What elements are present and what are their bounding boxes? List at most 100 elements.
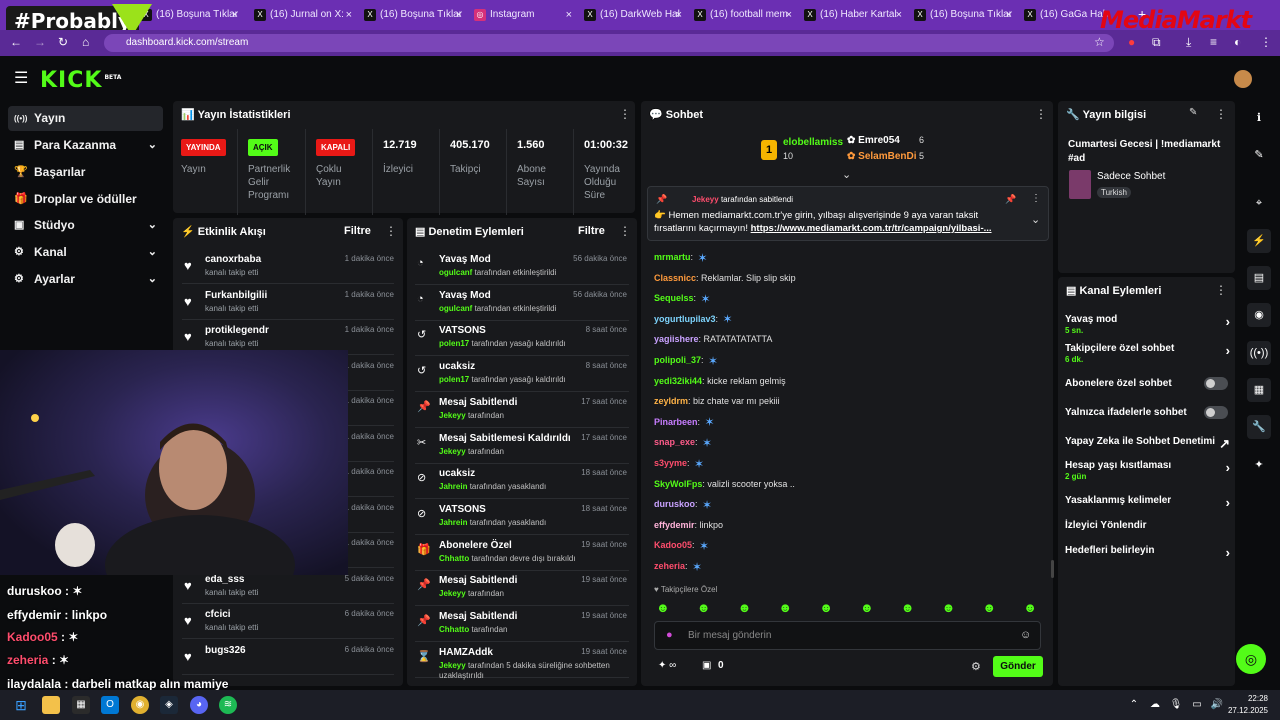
more-icon[interactable]: ⋮ xyxy=(1031,193,1041,204)
gifter-name[interactable]: ✿ Emre054 xyxy=(847,135,900,146)
chat-username[interactable]: Sequelss xyxy=(654,293,694,303)
emote-icon[interactable]: ☻ xyxy=(819,600,833,615)
channel-action-row[interactable]: Yavaş mod 5 sn. › xyxy=(1065,314,1230,335)
emote-icon[interactable]: ☻ xyxy=(901,600,915,615)
chevron-down-icon[interactable]: ⌄ xyxy=(1031,213,1040,226)
moderation-row[interactable]: ✂ Mesaj Sabitlemesi Kaldırıldı Jekeyy tara… xyxy=(415,429,629,464)
bookmark-star-icon[interactable]: ☆ xyxy=(1094,35,1105,49)
filter-button[interactable]: Filtre xyxy=(578,225,605,237)
moderator-name[interactable]: Jahrein xyxy=(439,482,467,491)
close-icon[interactable]: × xyxy=(232,4,238,26)
moderation-row[interactable]: ⊘ VATSONS Jahrein tarafından yasaklandı 18 … xyxy=(415,500,629,535)
layout-icon[interactable]: ▦ xyxy=(1247,378,1271,402)
emote-icon[interactable]: ☻ xyxy=(697,600,711,615)
user-avatar[interactable] xyxy=(1234,70,1252,88)
close-icon[interactable]: × xyxy=(566,4,572,26)
scrollbar[interactable] xyxy=(1051,560,1054,578)
moderation-target[interactable]: Mesaj Sabitlendi xyxy=(439,397,517,408)
monitor-icon[interactable]: ▭ xyxy=(1188,696,1206,714)
clock-time[interactable]: 22:28 xyxy=(1232,694,1268,703)
emote-icon[interactable]: ☻ xyxy=(778,600,792,615)
moderation-row[interactable]: 📌 Mesaj Sabitlendi Chhatto tarafından 19 sa… xyxy=(415,607,629,642)
browser-tab[interactable]: X (16) Boşuna Tıklar × xyxy=(358,4,468,26)
moderation-row[interactable]: ↺ VATSONS polen17 tarafından yasağı kaldır… xyxy=(415,321,629,357)
url-input[interactable]: dashboard.kick.com/stream xyxy=(104,34,1114,52)
chevron-up-icon[interactable]: ⌃ xyxy=(1125,696,1143,714)
windows-start-icon[interactable]: ⊞ xyxy=(12,696,30,714)
feed-username[interactable]: Furkanbilgilii xyxy=(205,290,267,301)
app-icon[interactable]: ▦ xyxy=(72,696,90,714)
more-icon[interactable]: ⋮ xyxy=(385,224,397,238)
close-icon[interactable]: × xyxy=(786,4,792,26)
channel-action-row[interactable]: Yasaklanmış kelimeler › xyxy=(1065,495,1230,510)
moderation-target[interactable]: ucaksiz xyxy=(439,361,475,372)
chat-username[interactable]: mrmartu xyxy=(654,252,691,262)
file-explorer-icon[interactable] xyxy=(42,696,60,714)
feed-username[interactable]: cfcici xyxy=(205,609,231,620)
chat-username[interactable]: Kadoo05 xyxy=(654,540,692,550)
chat-username[interactable]: Pinarbeen xyxy=(654,417,698,427)
browser-tab[interactable]: X (16) GaGa Haber xyxy=(1018,4,1108,26)
moderation-target[interactable]: Yavaş Mod xyxy=(439,254,491,265)
more-icon[interactable]: ⋮ xyxy=(1215,283,1227,297)
more-icon[interactable]: ⋮ xyxy=(619,224,631,238)
moderation-row[interactable]: ◔ Yavaş Mod ogulcanf tarafından etkinleşti… xyxy=(415,250,629,285)
steam-icon[interactable]: ◈ xyxy=(160,696,178,714)
chat-username[interactable]: SkyWolFps xyxy=(654,479,702,489)
toggle-switch[interactable] xyxy=(1204,406,1228,419)
close-icon[interactable]: × xyxy=(1006,4,1012,26)
chat-username[interactable]: zeheria xyxy=(654,561,685,571)
media-icon[interactable]: ≡ xyxy=(1210,35,1217,49)
moderator-name[interactable]: Jekeyy xyxy=(439,411,466,420)
more-icon[interactable]: ⋮ xyxy=(1215,107,1227,121)
shapes-icon[interactable]: ✦ xyxy=(1247,453,1271,477)
support-button[interactable]: ◎ xyxy=(1236,644,1266,674)
feed-row[interactable]: ♥ Furkanbilgilii kanalı takip etti 1 dakika… xyxy=(182,285,394,320)
feed-username[interactable]: canoxrbaba xyxy=(205,254,261,265)
chat-input[interactable]: ● Bir mesaj gönderin ☺ xyxy=(654,621,1041,650)
more-icon[interactable]: ⋮ xyxy=(619,107,631,121)
sidebar-item-yayin[interactable]: ((•)) Yayın xyxy=(8,106,163,131)
moderation-row[interactable]: ⌛ HAMZAddk Jekeyy tarafından 5 dakika süre… xyxy=(415,643,629,680)
feed-row[interactable]: ♥ canoxrbaba kanalı takip etti 1 dakika önc… xyxy=(182,249,394,284)
chat-username[interactable]: effydemir xyxy=(654,520,695,530)
wrench-icon[interactable]: 🔧 xyxy=(1247,415,1271,439)
channel-action-row[interactable]: Abonelere özel sohbet xyxy=(1065,377,1230,390)
chat-username[interactable]: polipoli_37 xyxy=(654,355,701,365)
emoji-icon[interactable]: ☺ xyxy=(1020,629,1031,641)
download-icon[interactable]: ⤓ xyxy=(1186,35,1191,50)
moderation-target[interactable]: Abonelere Özel xyxy=(439,540,512,551)
sidebar-item-basarilar[interactable]: 🏆 Başarılar xyxy=(8,160,163,185)
feed-row[interactable]: ♥ cfcici kanalı takip etti 6 dakika önce xyxy=(182,604,394,639)
chat-username[interactable]: Classnicc xyxy=(654,273,696,283)
browser-menu-icon[interactable]: ⋮ xyxy=(1260,35,1272,49)
spotify-icon[interactable]: ≋ xyxy=(219,696,237,714)
moderation-target[interactable]: Yavaş Mod xyxy=(439,290,491,301)
filter-button[interactable]: Filtre xyxy=(344,225,371,237)
reload-icon[interactable]: ↻ xyxy=(58,35,68,49)
chat-username[interactable]: yagiishere xyxy=(654,334,699,344)
info-icon[interactable]: ℹ xyxy=(1247,106,1271,130)
moderator-name[interactable]: Jahrein xyxy=(439,518,467,527)
edit-icon[interactable]: ✎ xyxy=(1247,143,1271,167)
sidebar-item-studyo[interactable]: ▣ Stüdyo ⌄ xyxy=(8,213,163,238)
browser-tab[interactable]: X (16) Boşuna Tıklar × xyxy=(908,4,1018,26)
moderator-name[interactable]: ogulcanf xyxy=(439,304,472,313)
emote-icon[interactable]: ☻ xyxy=(982,600,996,615)
channel-action-row[interactable]: Yalnızca ifadelerle sohbet xyxy=(1065,406,1230,419)
moderation-row[interactable]: ⊘ ucaksiz Jahrein tarafından yasaklandı 18 … xyxy=(415,464,629,500)
moderation-target[interactable]: Mesaj Sabitlendi xyxy=(439,611,517,622)
moderation-row[interactable]: ◔ Yavaş Mod ogulcanf tarafından etkinleşti… xyxy=(415,286,629,321)
pinned-link[interactable]: https://www.mediamarkt.com.tr/tr/campaig… xyxy=(751,223,992,234)
back-icon[interactable]: ← xyxy=(10,35,22,49)
moderator-name[interactable]: polen17 xyxy=(439,375,469,384)
category-thumbnail[interactable] xyxy=(1069,170,1091,199)
emote-icon[interactable]: ☻ xyxy=(1023,600,1037,615)
home-icon[interactable]: ⌂ xyxy=(82,35,89,49)
chat-bubble-icon[interactable]: ◉ xyxy=(1247,303,1271,327)
moderation-target[interactable]: VATSONS xyxy=(439,504,486,515)
channel-action-row[interactable]: Hedefleri belirleyin › xyxy=(1065,545,1230,560)
moderator-name[interactable]: Jekeyy xyxy=(439,447,466,456)
chrome-icon[interactable]: ◉ xyxy=(131,696,149,714)
chat-username[interactable]: zeyldrm xyxy=(654,396,688,406)
